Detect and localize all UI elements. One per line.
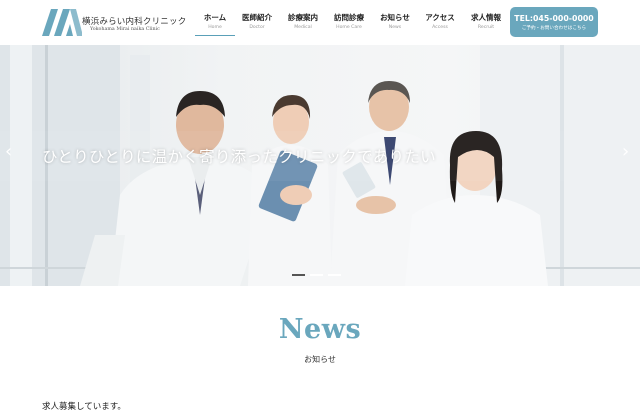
nav-label: 訪問診療 <box>334 13 364 22</box>
nav-sublabel: News <box>388 25 402 30</box>
slider-dot[interactable] <box>328 274 341 276</box>
logo-name-en: Yokohama Mirai naika Clinic <box>90 27 160 32</box>
tel-contact-button[interactable]: TEL:045-000-0000 ご予約・お問い合わせはこちら <box>510 7 598 37</box>
nav-sublabel: Medical <box>294 25 312 30</box>
nav-medical[interactable]: 診療案内 Medical <box>281 12 325 30</box>
hero-slider[interactable]: ひとりひとりに温かく寄り添ったクリニックでありたい ‹ › <box>0 45 640 286</box>
hero-catchphrase: ひとりひとりに温かく寄り添ったクリニックでありたい <box>42 148 436 166</box>
nav-news[interactable]: お知らせ News <box>373 12 417 30</box>
slider-dot[interactable] <box>310 274 323 276</box>
nav-recruit[interactable]: 求人情報 Recruit <box>464 12 508 30</box>
clinic-logo[interactable]: 横浜みらい内科クリニック Yokohama Mirai naika Clinic <box>42 9 186 37</box>
news-subheading: お知らせ <box>304 355 336 364</box>
nav-home[interactable]: ホーム Home <box>193 12 237 36</box>
news-item[interactable]: 求人募集しています。 <box>42 400 126 412</box>
chevron-right-icon[interactable]: › <box>622 143 629 161</box>
nav-label: お知らせ <box>380 13 410 22</box>
nav-sublabel: Access <box>432 25 448 30</box>
nav-sublabel: Recruit <box>477 25 495 30</box>
nav-label: ホーム <box>203 13 227 22</box>
slider-pagination <box>292 274 352 278</box>
logo-name-ja: 横浜みらい内科クリニック <box>82 17 187 27</box>
nav-sublabel: Home <box>208 25 222 30</box>
chevron-left-icon[interactable]: ‹ <box>5 143 12 161</box>
nav-label: アクセス <box>425 13 455 22</box>
site-header: 横浜みらい内科クリニック Yokohama Mirai naika Clinic… <box>0 0 640 45</box>
tel-number: TEL:045-000-0000 <box>514 14 594 23</box>
nav-sublabel: Home Care <box>336 25 362 30</box>
nav-doctor[interactable]: 医師紹介 Doctor <box>235 12 279 30</box>
nav-access[interactable]: アクセス Access <box>418 12 462 30</box>
nav-sublabel: Doctor <box>249 25 265 30</box>
nav-label: 求人情報 <box>471 13 501 22</box>
tel-subtext: ご予約・お問い合わせはこちら <box>521 26 587 31</box>
slider-dot[interactable] <box>292 274 305 276</box>
nav-home-care[interactable]: 訪問診療 Home Care <box>327 12 371 30</box>
news-heading: News <box>278 314 362 345</box>
logo-mark-icon <box>42 9 82 36</box>
nav-label: 医師紹介 <box>242 13 272 22</box>
nav-label: 診療案内 <box>288 13 318 22</box>
